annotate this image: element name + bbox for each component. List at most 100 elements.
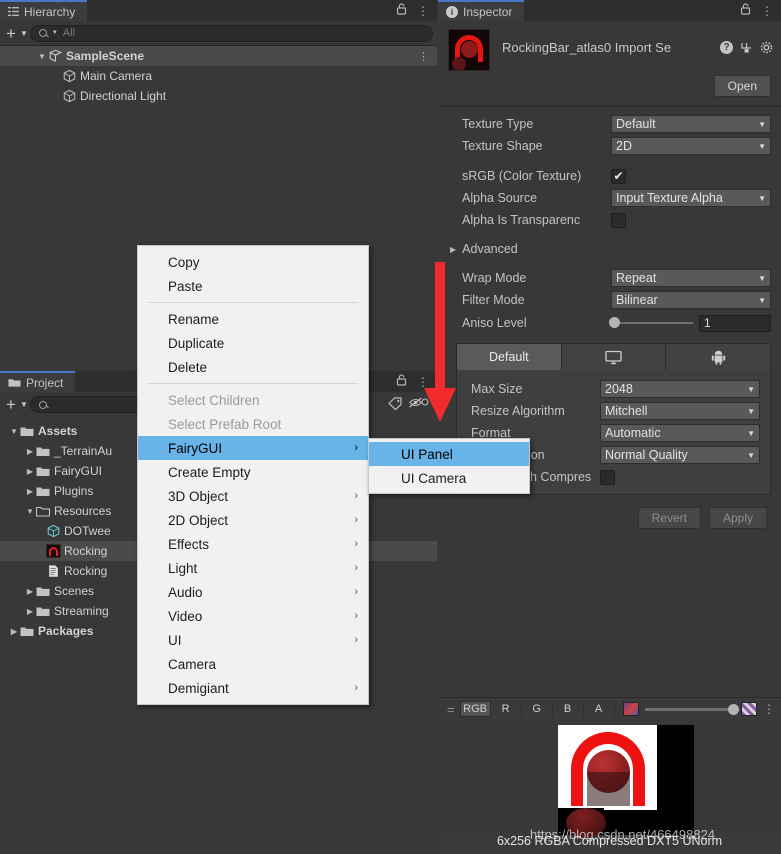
hierarchy-menu-icon[interactable]: ⋮: [412, 4, 437, 18]
preset-icon[interactable]: [740, 41, 753, 71]
compression-dropdown[interactable]: Normal Quality ▼: [600, 446, 760, 464]
expand-triangle-icon[interactable]: ▼: [36, 52, 48, 61]
chevron-down-icon: ▼: [758, 119, 766, 129]
alpha-source-dropdown[interactable]: Input Texture Alpha ▼: [611, 189, 771, 207]
menu-item-create-empty[interactable]: Create Empty: [138, 460, 368, 484]
revert-button[interactable]: Revert: [637, 507, 701, 529]
chevron-right-icon: ›: [354, 538, 358, 550]
preview-drag-handle[interactable]: =: [442, 702, 460, 717]
preview-menu-icon[interactable]: ⋮: [757, 702, 781, 716]
wrap-mode-dropdown[interactable]: Repeat ▼: [611, 269, 771, 287]
hidden-packages-icon[interactable]: [405, 396, 433, 414]
platform-tab-label: Default: [489, 350, 529, 364]
menu-item-paste[interactable]: Paste: [138, 274, 368, 298]
tab-platform-android[interactable]: [666, 344, 771, 370]
checker-icon[interactable]: [741, 702, 757, 716]
menu-item-ui[interactable]: UI ›: [138, 628, 368, 652]
favorite-tag-icon[interactable]: [388, 396, 403, 413]
texture-shape-dropdown[interactable]: 2D ▼: [611, 137, 771, 155]
chevron-down-icon[interactable]: ▼: [20, 29, 28, 38]
inspector-menu-icon[interactable]: ⋮: [756, 4, 781, 18]
menu-item-effects[interactable]: Effects ›: [138, 532, 368, 556]
project-menu-icon[interactable]: ⋮: [412, 375, 437, 389]
channel-b-button[interactable]: B: [553, 701, 584, 717]
channel-a-button[interactable]: A: [584, 701, 615, 717]
expand-triangle-icon[interactable]: ▶: [24, 447, 36, 456]
menu-item-rename[interactable]: Rename: [138, 307, 368, 331]
menu-item-3d-object[interactable]: 3D Object ›: [138, 484, 368, 508]
max-size-dropdown[interactable]: 2048 ▼: [600, 380, 760, 398]
menu-item-delete[interactable]: Delete: [138, 355, 368, 379]
hierarchy-item-samplescene[interactable]: ▼ SampleScene ⋮: [0, 46, 437, 66]
expand-triangle-icon[interactable]: ▶: [8, 627, 20, 636]
scene-icon: [48, 49, 63, 62]
hierarchy-search-input[interactable]: ▼ All: [29, 24, 433, 42]
tab-hierarchy[interactable]: Hierarchy: [0, 0, 88, 21]
tab-inspector[interactable]: i Inspector: [438, 0, 525, 21]
expand-triangle-icon[interactable]: ▶: [24, 487, 36, 496]
project-item-label: Plugins: [54, 484, 94, 498]
hierarchy-item-directional-light[interactable]: Directional Light: [0, 86, 437, 106]
menu-item-ui-camera[interactable]: UI Camera: [369, 466, 529, 490]
lock-icon[interactable]: [735, 3, 756, 18]
texture-thumb-icon[interactable]: [622, 702, 639, 716]
hierarchy-item-main-camera[interactable]: Main Camera: [0, 66, 437, 86]
channel-g-button[interactable]: G: [522, 701, 553, 717]
menu-item-audio[interactable]: Audio ›: [138, 580, 368, 604]
channel-r-button[interactable]: R: [491, 701, 522, 717]
lock-icon[interactable]: [391, 374, 412, 389]
help-icon[interactable]: ?: [720, 41, 733, 54]
alpha-is-transparency-checkbox[interactable]: [611, 212, 626, 228]
folder-icon: [36, 467, 50, 476]
aniso-level-slider[interactable]: 1: [609, 314, 771, 332]
expand-triangle-icon[interactable]: ▶: [24, 607, 36, 616]
expand-triangle-icon[interactable]: ▼: [24, 507, 36, 516]
chevron-right-icon: ›: [354, 490, 358, 502]
srgb-checkbox[interactable]: ✔: [611, 168, 626, 184]
slider-knob[interactable]: [728, 703, 739, 715]
menu-item-fairygui[interactable]: FairyGUI ›: [138, 436, 368, 460]
filter-mode-dropdown[interactable]: Bilinear ▼: [611, 291, 771, 309]
expand-triangle-icon[interactable]: ▶: [24, 467, 36, 476]
menu-item-demigiant[interactable]: Demigiant ›: [138, 676, 368, 700]
menu-item-camera[interactable]: Camera: [138, 652, 368, 676]
hierarchy-item-label: SampleScene: [66, 49, 145, 63]
expand-triangle-icon[interactable]: ▶: [24, 587, 36, 596]
gear-icon[interactable]: [760, 41, 773, 71]
expand-triangle-icon[interactable]: ▼: [8, 427, 20, 436]
tab-project[interactable]: Project: [0, 371, 76, 392]
menu-item-video[interactable]: Video ›: [138, 604, 368, 628]
aniso-level-value[interactable]: 1: [699, 314, 771, 332]
search-filter-chevron-icon[interactable]: ▼: [52, 30, 58, 36]
slider-knob[interactable]: [609, 317, 620, 328]
open-button[interactable]: Open: [713, 75, 771, 97]
menu-item-2d-object[interactable]: 2D Object ›: [138, 508, 368, 532]
add-gameobject-button[interactable]: +: [4, 25, 18, 42]
tab-platform-standalone[interactable]: [561, 344, 667, 370]
create-asset-button[interactable]: +: [4, 396, 18, 413]
menu-item-copy[interactable]: Copy: [138, 250, 368, 274]
menu-item-duplicate[interactable]: Duplicate: [138, 331, 368, 355]
mip-level-slider[interactable]: [644, 703, 739, 715]
lock-icon[interactable]: [391, 3, 412, 18]
resize-algorithm-dropdown[interactable]: Mitchell ▼: [600, 402, 760, 420]
texture-type-dropdown[interactable]: Default ▼: [611, 115, 771, 133]
apply-button[interactable]: Apply: [708, 507, 767, 529]
chevron-down-icon[interactable]: ▼: [20, 400, 28, 409]
scene-menu-icon[interactable]: ⋮: [418, 50, 429, 63]
channel-rgb-button[interactable]: RGB: [459, 701, 491, 717]
menu-item-ui-panel[interactable]: UI Panel: [369, 442, 529, 466]
format-dropdown[interactable]: Automatic ▼: [600, 424, 760, 442]
preview-status-label: 6x256 RGBA Compressed DXT5 UNorm: [496, 834, 723, 848]
menu-item-light[interactable]: Light ›: [138, 556, 368, 580]
menu-item-label: Delete: [168, 359, 208, 375]
advanced-foldout[interactable]: ▶ Advanced: [438, 239, 781, 259]
menu-item-label: Effects: [168, 536, 210, 552]
tab-platform-default[interactable]: Default: [457, 344, 562, 370]
preview-canvas[interactable]: [438, 720, 781, 838]
field-filter-mode: Filter Mode Bilinear ▼: [438, 289, 781, 311]
revert-apply-row: Revert Apply: [438, 495, 781, 529]
context-menu[interactable]: Copy Paste Rename Duplicate Delete Selec…: [137, 245, 369, 705]
fairygui-submenu[interactable]: UI Panel UI Camera: [368, 438, 530, 494]
use-crunch-compression-checkbox[interactable]: [600, 469, 615, 485]
